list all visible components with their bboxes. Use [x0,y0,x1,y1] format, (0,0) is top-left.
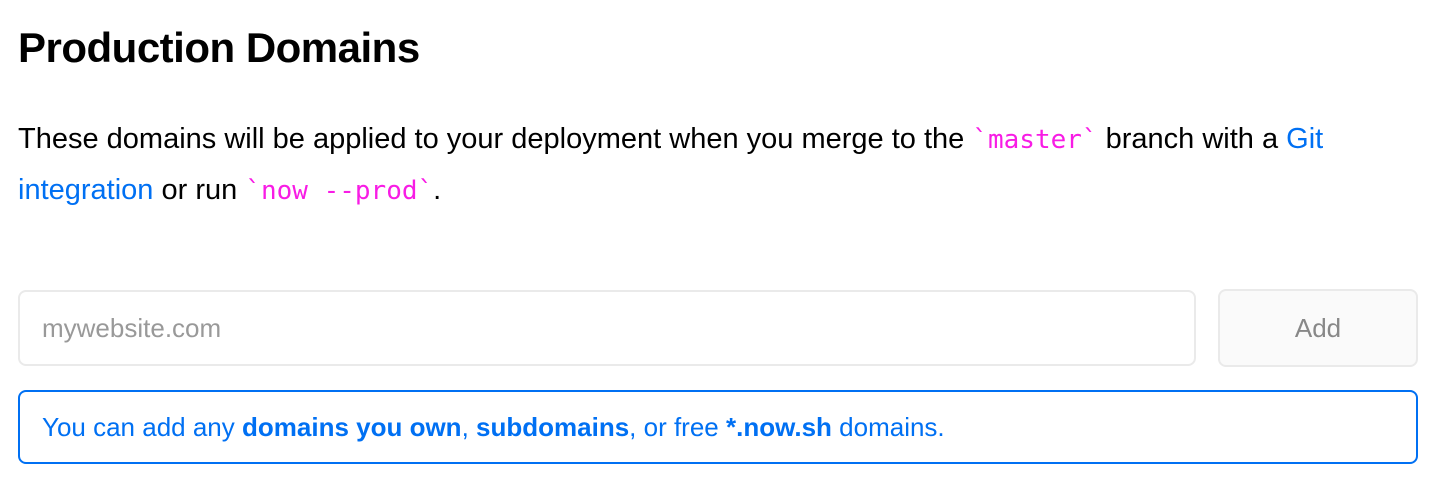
note-text: , [461,412,477,442]
branch-code: `master` [972,125,1098,155]
add-domain-button[interactable]: Add [1218,289,1418,367]
note-text: You can add any [42,412,242,442]
note-text: domains. [831,412,945,442]
description-text: or run [153,174,246,206]
command-code: `now --prod` [245,176,434,206]
description-text: These domains will be applied to your de… [18,123,973,155]
add-domain-form: Add [18,289,1418,367]
domains-info-note: You can add any domains you own, subdoma… [18,390,1418,464]
page-title: Production Domains [18,24,420,71]
note-now-sh: *.now.sh [726,412,832,442]
note-subdomains: subdomains [476,412,630,442]
note-text: , or free [629,412,726,442]
note-domains-owned: domains you own [242,412,462,442]
description-text: branch with a [1097,123,1287,155]
production-domains-description: These domains will be applied to your de… [18,114,1423,216]
domain-input[interactable] [18,290,1196,366]
description-text: . [433,174,442,206]
